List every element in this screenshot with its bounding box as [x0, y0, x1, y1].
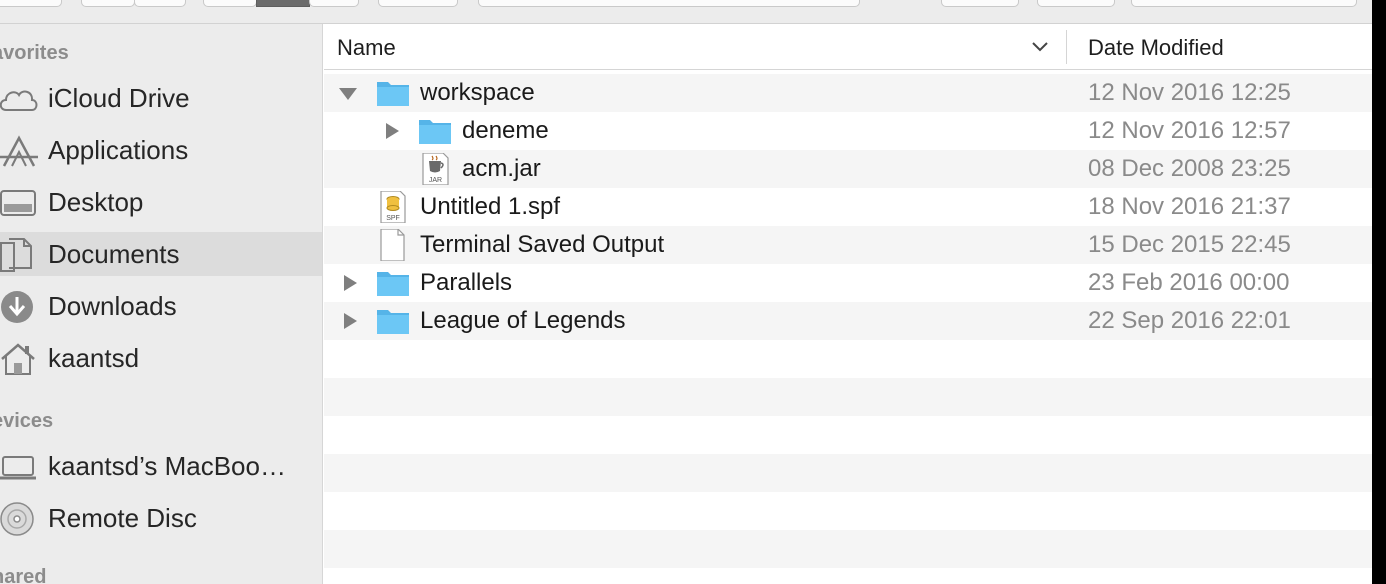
sidebar-item-macbook[interactable]: kaantsd’s MacBoo… [0, 444, 322, 488]
arrange-button[interactable] [378, 0, 458, 7]
svg-text:SPF: SPF [386, 215, 400, 222]
cloud-icon [0, 90, 38, 111]
file-row-parallels[interactable]: Parallels 23 Feb 2016 00:00 [324, 264, 1372, 302]
sidebar-item-desktop[interactable]: Desktop [0, 180, 322, 224]
column-date-modified-header[interactable]: Date Modified [1088, 35, 1224, 61]
sidebar-item-home[interactable]: kaantsd [0, 336, 322, 380]
empty-row [324, 454, 1372, 492]
empty-row [324, 416, 1372, 454]
file-row-deneme[interactable]: deneme 12 Nov 2016 12:57 [324, 112, 1372, 150]
folder-icon [377, 82, 409, 106]
view-column-button[interactable] [309, 0, 359, 7]
folder-icon [419, 120, 451, 144]
empty-row [324, 530, 1372, 568]
toolbar-back-button[interactable] [81, 0, 135, 7]
desktop-icon [0, 190, 36, 216]
sidebar-item-label: Downloads [48, 291, 177, 321]
empty-row [324, 492, 1372, 530]
file-date-modified: 12 Nov 2016 12:57 [1088, 117, 1291, 144]
disclosure-triangle-collapsed-icon[interactable] [340, 273, 360, 293]
file-date-modified: 23 Feb 2016 00:00 [1088, 269, 1290, 296]
share-button[interactable] [1037, 0, 1115, 7]
svg-text:JAR: JAR [429, 177, 442, 184]
sidebar-item-label: Applications [48, 135, 189, 165]
sidebar-item-label: Desktop [48, 187, 144, 217]
toolbar [0, 0, 1372, 24]
file-name: Parallels [420, 269, 513, 296]
applications-icon [0, 135, 38, 167]
sidebar-item-applications[interactable]: Applications [0, 128, 322, 172]
sidebar-item-label: Documents [48, 239, 180, 269]
chevron-down-icon[interactable] [1030, 38, 1050, 54]
file-date-modified: 08 Dec 2008 23:25 [1088, 155, 1291, 182]
file-date-modified: 15 Dec 2015 22:45 [1088, 231, 1291, 258]
file-name: League of Legends [420, 307, 626, 334]
view-icon-button[interactable] [203, 0, 257, 7]
document-icon [380, 229, 405, 261]
sidebar-item-label: iCloud Drive [48, 83, 190, 113]
empty-row [324, 340, 1372, 378]
toolbar-forward-button[interactable] [134, 0, 186, 7]
file-row-acm-jar[interactable]: JAR acm.jar 08 Dec 2008 23:25 [324, 150, 1372, 188]
file-row-league-of-legends[interactable]: League of Legends 22 Sep 2016 22:01 [324, 302, 1372, 340]
path-field[interactable] [478, 0, 860, 7]
disc-icon [0, 502, 34, 536]
file-row-workspace[interactable]: workspace 12 Nov 2016 12:25 [324, 74, 1372, 112]
sidebar-item-downloads[interactable]: Downloads [0, 284, 322, 328]
disclosure-triangle-expanded-icon[interactable] [338, 83, 358, 103]
file-name: workspace [420, 79, 535, 106]
file-name: deneme [462, 117, 549, 144]
jar-file-icon: JAR [422, 153, 449, 185]
disclosure-triangle-collapsed-icon[interactable] [340, 311, 360, 331]
sidebar: avorites iCloud Drive Applications Deskt… [0, 24, 323, 584]
sidebar-item-icloud-drive[interactable]: iCloud Drive [0, 76, 322, 120]
spf-file-icon: SPF [380, 191, 406, 223]
documents-icon [0, 238, 32, 272]
column-header: Name Date Modified [324, 24, 1372, 70]
file-name: acm.jar [462, 155, 541, 182]
disclosure-triangle-collapsed-icon[interactable] [382, 121, 402, 141]
column-divider[interactable] [1066, 30, 1067, 64]
sidebar-item-label: Remote Disc [48, 503, 197, 533]
file-date-modified: 22 Sep 2016 22:01 [1088, 307, 1291, 334]
sidebar-item-label: kaantsd’s MacBoo… [48, 451, 286, 481]
file-date-modified: 12 Nov 2016 12:25 [1088, 79, 1291, 106]
empty-row [324, 378, 1372, 416]
sidebar-section-devices: evices [0, 410, 54, 432]
folder-icon [377, 272, 409, 296]
view-list-button[interactable] [256, 0, 310, 7]
sidebar-item-remote-disc[interactable]: Remote Disc [0, 496, 322, 540]
file-name: Untitled 1.spf [420, 193, 561, 220]
sidebar-item-label: kaantsd [48, 343, 140, 373]
file-list: Name Date Modified workspace 12 Nov 2016… [324, 24, 1372, 584]
file-date-modified: 18 Nov 2016 21:37 [1088, 193, 1291, 220]
file-name: Terminal Saved Output [420, 231, 665, 258]
laptop-icon [0, 456, 36, 480]
sidebar-section-shared: hared [0, 566, 47, 584]
home-icon [1, 343, 35, 375]
folder-icon [377, 310, 409, 334]
sidebar-section-favorites: avorites [0, 42, 69, 64]
file-row-untitled-spf[interactable]: SPF Untitled 1.spf 18 Nov 2016 21:37 [324, 188, 1372, 226]
downloads-icon [1, 291, 33, 323]
column-name-header[interactable]: Name [337, 35, 396, 61]
action-button[interactable] [941, 0, 1019, 7]
search-field[interactable] [1131, 0, 1357, 7]
toolbar-back-forward-button[interactable] [0, 0, 62, 7]
file-row-terminal-saved-output[interactable]: Terminal Saved Output 15 Dec 2015 22:45 [324, 226, 1372, 264]
window-edge [1372, 0, 1386, 584]
sidebar-item-documents[interactable]: Documents [0, 232, 322, 276]
